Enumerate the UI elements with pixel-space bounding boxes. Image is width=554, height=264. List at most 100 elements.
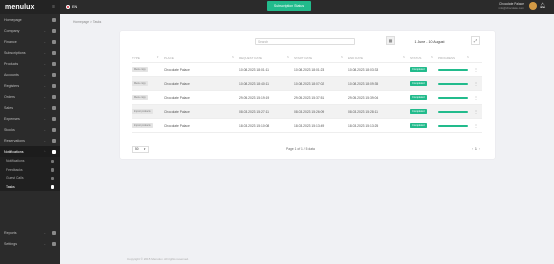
calendar-icon — [52, 138, 56, 143]
table-row[interactable]: Import products Chocolate Palace 18.03.202… — [132, 119, 482, 133]
feedback-icon — [50, 168, 54, 172]
topbar: EN Subscription Status Chocolate Palace … — [60, 0, 554, 14]
sidebar-subitem-guest-calls[interactable]: Guest Calls — [0, 174, 60, 183]
column-type[interactable]: TYPE ▼ — [132, 56, 164, 60]
status-badge: Completed — [410, 109, 427, 114]
more-options-icon[interactable]: ⋮ — [474, 81, 482, 86]
chevron-down-icon: ⌄ — [43, 241, 46, 246]
sidebar-item-stocks[interactable]: Stocks ⌄ — [0, 124, 60, 135]
table-row[interactable]: Menu copy Chocolate Palace 10.08.2023 18:4… — [132, 77, 482, 91]
chevron-down-icon: ⌄ — [43, 28, 46, 33]
sidebar-subitem-feedbacks[interactable]: Feedbacks — [0, 165, 60, 174]
calendar-icon[interactable]: ▦ — [386, 36, 395, 45]
sort-icon[interactable]: ⇅ — [467, 56, 469, 59]
sidebar-subitem-tasks[interactable]: Tasks — [0, 182, 60, 191]
avatar[interactable] — [529, 2, 537, 10]
sort-icon[interactable]: ⇅ — [341, 56, 343, 59]
progress-bar — [438, 96, 468, 99]
sidebar-item-reports[interactable]: Reports ⌄ — [0, 227, 60, 238]
settings-icon — [52, 241, 56, 246]
sidebar-item-subscriptions[interactable]: Subscriptions ⌄ — [0, 47, 60, 58]
sidebar-item-label: Registers — [4, 83, 20, 88]
chevron-down-icon: ⌄ — [43, 94, 46, 99]
column-end-date[interactable]: END DATE ⇅ — [348, 56, 410, 60]
chevron-down-icon: ⌄ — [43, 116, 46, 121]
cell-place: Chocolate Palace — [164, 109, 190, 114]
sidebar-item-label: Stocks — [4, 127, 15, 132]
sidebar-item-company[interactable]: Company ⌄ — [0, 25, 60, 36]
sort-icon[interactable]: ⇅ — [431, 56, 433, 59]
sidebar-collapse-icon[interactable]: ≡ — [52, 4, 55, 10]
cell-place: Chocolate Palace — [164, 81, 190, 86]
more-options-icon[interactable]: ⋮ — [474, 67, 482, 72]
sidebar-item-homepage[interactable]: Homepage — [0, 14, 60, 25]
date-range-picker[interactable]: 1 June - 10 August — [402, 38, 457, 45]
sidebar-item-label: Guest Calls — [6, 176, 24, 181]
sidebar-item-orders[interactable]: Orders ⌄ — [0, 91, 60, 102]
table-row[interactable]: Import products Chocolate Palace 08.03.202… — [132, 105, 482, 119]
search-input[interactable]: Search — [255, 38, 355, 45]
sort-icon[interactable]: ⇅ — [403, 56, 405, 59]
sidebar-item-reservations[interactable]: Reservations ⌄ — [0, 135, 60, 146]
bell-icon — [50, 159, 54, 163]
sort-icon[interactable]: ⇅ — [232, 56, 234, 59]
sidebar-item-sales[interactable]: Sales ⌄ — [0, 102, 60, 113]
sidebar-item-label: Notifications — [6, 159, 25, 164]
sidebar-item-label: Subscriptions — [4, 50, 26, 55]
sort-icon[interactable]: ⇅ — [287, 56, 289, 59]
per-page-select[interactable]: 50 ▼ — [132, 145, 149, 153]
footer-copyright: Copyright © 2015 Menulux. All rights res… — [127, 257, 189, 261]
current-page[interactable]: 1 — [475, 147, 477, 151]
sidebar-item-notifications[interactable]: Notifications ⌃ — [0, 146, 60, 157]
language-selector[interactable]: EN — [66, 5, 77, 9]
column-request-date[interactable]: REQUEST DATE ⇅ — [239, 56, 294, 60]
progress-fill — [438, 110, 468, 113]
user-email: info@chocolate.com — [498, 6, 524, 10]
brand-logo[interactable]: menulux ≡ — [0, 0, 60, 14]
home-icon — [52, 17, 56, 22]
chevron-down-icon: ⌄ — [43, 83, 46, 88]
cell-end-date: 18.03.2023 15:13:25 — [348, 123, 379, 128]
bell-icon[interactable]: 🔔︎ — [540, 3, 546, 9]
progress-bar — [438, 68, 468, 71]
progress-fill — [438, 96, 468, 99]
prev-page-button[interactable]: ‹ — [472, 147, 473, 151]
phone-icon — [50, 176, 54, 180]
sidebar-item-label: Orders — [4, 94, 15, 99]
next-page-button[interactable]: › — [479, 147, 480, 151]
progress-fill — [438, 124, 468, 127]
sidebar-item-products[interactable]: Products ⌄ — [0, 58, 60, 69]
subscription-status-button[interactable]: Subscription Status — [267, 1, 311, 11]
sidebar-item-label: Reservations — [4, 138, 25, 143]
user-menu[interactable]: Chocolate Palace info@chocolate.com — [499, 2, 524, 10]
column-progress[interactable]: PROGRESS ⇅ — [438, 56, 474, 60]
more-options-icon[interactable]: ⋮ — [474, 123, 482, 128]
sidebar-subitem-notifications[interactable]: Notifications — [0, 157, 60, 166]
column-start-date[interactable]: START DATE ⇅ — [294, 56, 348, 60]
per-page-value: 50 — [135, 147, 139, 151]
table-row[interactable]: Menu copy Chocolate Palace 29.05.2023 15:1… — [132, 91, 482, 105]
sidebar-item-label: Accounts — [4, 72, 19, 77]
column-status[interactable]: STATUS ⇅ — [410, 56, 438, 60]
type-badge: Menu copy — [132, 67, 148, 72]
sidebar-item-accounts[interactable]: Accounts ⌄ — [0, 69, 60, 80]
more-options-icon[interactable]: ⋮ — [474, 109, 482, 114]
sort-icon[interactable]: ▼ — [156, 56, 159, 59]
cell-end-date: 10.08.2023 18:09:35 — [348, 81, 379, 86]
filter-icon[interactable]: ⤢ — [471, 36, 480, 45]
table-row[interactable]: Menu copy Chocolate Palace 10.08.2023 18:0… — [132, 63, 482, 77]
sidebar-item-expenses[interactable]: Expenses ⌄ — [0, 113, 60, 124]
column-place[interactable]: PLACE ⇅ — [164, 56, 239, 60]
more-options-icon[interactable]: ⋮ — [474, 95, 482, 100]
sidebar-item-settings[interactable]: Settings ⌄ — [0, 238, 60, 249]
sidebar-item-registers[interactable]: Registers ⌄ — [0, 80, 60, 91]
cell-place: Chocolate Palace — [164, 67, 190, 72]
column-label: PROGRESS — [438, 55, 456, 60]
cell-start-date: 18.03.2023 15:13:49 — [294, 123, 325, 128]
cell-start-date: 10.08.2023 18:07:02 — [294, 81, 325, 86]
sidebar-item-finance[interactable]: Finance ⌄ — [0, 36, 60, 47]
column-label: REQUEST DATE — [239, 55, 263, 60]
cell-request-date: 10.08.2023 18:40:11 — [239, 81, 270, 86]
status-badge: Completed — [410, 123, 427, 128]
column-label: PLACE — [164, 55, 174, 60]
